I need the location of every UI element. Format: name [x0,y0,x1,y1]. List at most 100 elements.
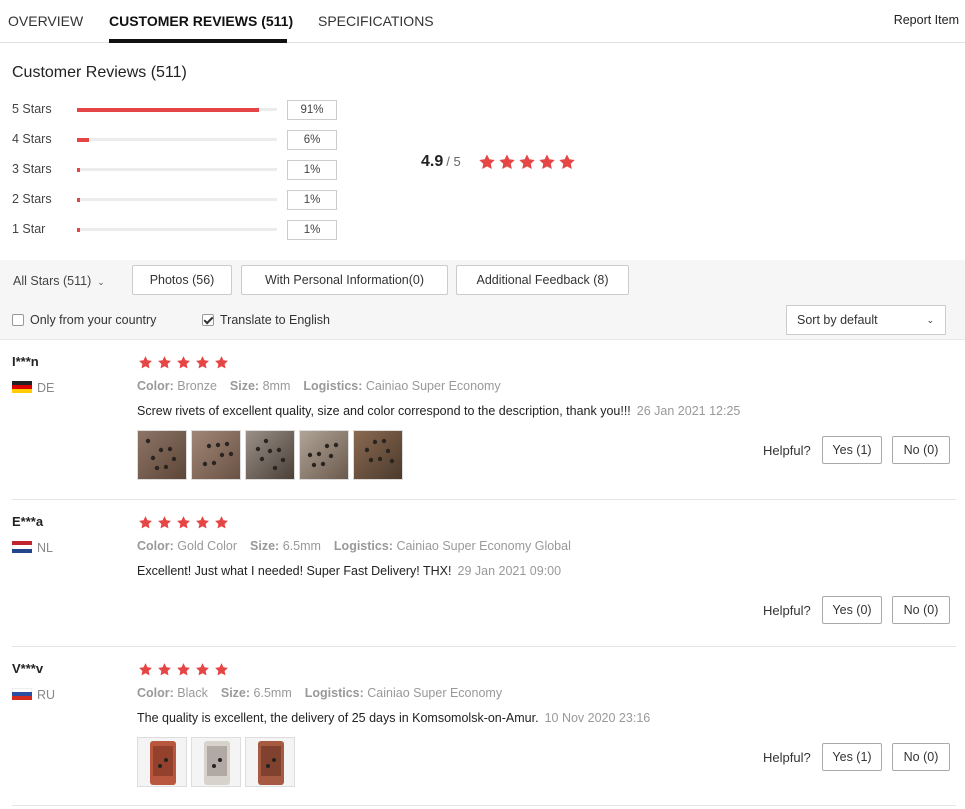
distribution-bar [77,227,277,232]
review-text: Screw rivets of excellent quality, size … [137,404,740,418]
chevron-down-icon: ⌄ [926,315,934,325]
size-value: 6.5mm [253,686,292,700]
star-icon [138,515,153,530]
helpful-yes-button[interactable]: Yes (0) [822,596,882,624]
distribution-percent: 6% [287,130,337,150]
review-text: The quality is excellent, the delivery o… [137,711,650,725]
size-value: 6.5mm [282,539,321,553]
review-date: 29 Jan 2021 09:00 [457,564,562,578]
review-photos [137,430,407,480]
distribution-label: 3 Stars [12,162,52,176]
tab-customer-reviews[interactable]: CUSTOMER REVIEWS (511) [109,13,293,29]
flag-nl-icon [12,541,32,553]
distribution-row: 5 Stars 91% [12,100,352,120]
sort-label: Sort by default [797,313,878,327]
star-icon [538,153,556,171]
size-label: Size: [250,539,280,553]
reviews-summary-title: Customer Reviews (511) [12,64,187,81]
translate-label: Translate to English [220,313,331,327]
helpful-yes-button[interactable]: Yes (1) [822,436,882,464]
active-tab-indicator [109,39,287,43]
country-code: NL [37,541,53,555]
distribution-row: 4 Stars 6% [12,130,352,150]
only-country-checkbox[interactable]: Only from your country [12,313,156,327]
review-photo-thumbnail[interactable] [191,737,241,787]
checkbox-checked-icon[interactable] [202,314,214,326]
average-stars [478,153,578,174]
additional-feedback-filter-button[interactable]: Additional Feedback (8) [456,265,629,295]
review-date: 10 Nov 2020 23:16 [544,711,651,725]
star-icon [195,355,210,370]
reviewer-name: V***v [12,661,44,676]
distribution-label: 2 Stars [12,192,52,206]
star-icon [518,153,536,171]
reviewer-country: RU [12,688,55,702]
star-icon [558,153,576,171]
review-photo-thumbnail[interactable] [191,430,241,480]
color-label: Color: [137,379,174,393]
sort-select[interactable]: Sort by default ⌄ [786,305,946,335]
distribution-percent: 1% [287,160,337,180]
review-photo-thumbnail[interactable] [353,430,403,480]
logistics-label: Logistics: [333,539,393,553]
helpful-yes-button[interactable]: Yes (1) [822,743,882,771]
translate-checkbox[interactable]: Translate to English [202,313,330,327]
size-value: 8mm [262,379,291,393]
filter-bar: All Stars (511) ⌄ Photos (56) With Person… [0,260,965,340]
logistics-value: Cainiao Super Economy Global [396,539,571,553]
reviewer-name: I***n [12,354,39,369]
tab-specifications[interactable]: SPECIFICATIONS [318,13,434,29]
size-label: Size: [220,686,251,700]
star-icon [138,355,153,370]
personal-info-filter-button[interactable]: With Personal Information(0) [241,265,448,295]
distribution-bar [77,167,277,172]
star-icon [176,355,191,370]
reviewer-name: E***a [12,514,44,529]
tab-overview[interactable]: OVERVIEW [8,13,83,29]
review-divider [12,646,956,647]
distribution-label: 5 Stars [12,102,52,116]
distribution-bar [77,197,277,202]
distribution-percent: 1% [287,190,337,210]
distribution-percent: 1% [287,220,337,240]
review-photo-thumbnail[interactable] [245,737,295,787]
review-divider [12,499,956,500]
size-label: Size: [229,379,260,393]
review-meta: Color: Gold Color Size: 6.5mm Logistics: C… [137,539,571,553]
review-photo-thumbnail[interactable] [137,430,187,480]
country-code: RU [37,688,56,702]
review-body: The quality is excellent, the delivery o… [137,711,539,725]
distribution-bar [77,107,277,112]
distribution-percent: 91% [287,100,337,120]
distribution-bar [77,137,277,142]
color-label: Color: [137,686,174,700]
star-icon [157,515,172,530]
photos-filter-button[interactable]: Photos (56) [132,265,232,295]
review-stars [138,515,233,533]
star-icon [214,355,229,370]
review-photo-thumbnail[interactable] [299,430,349,480]
color-value: Black [177,686,208,700]
star-icon [195,515,210,530]
checkbox-icon[interactable] [12,314,24,326]
review-photo-thumbnail[interactable] [245,430,295,480]
review-stars [138,662,233,680]
report-item-link[interactable]: Report Item [894,13,959,27]
helpful-no-button[interactable]: No (0) [892,436,950,464]
color-value: Gold Color [177,539,238,553]
distribution-label: 4 Stars [12,132,52,146]
logistics-value: Cainiao Super Economy [365,379,501,393]
flag-ru-icon [12,688,32,700]
review-text: Excellent! Just what I needed! Super Fas… [137,564,561,578]
review-stars [138,355,233,373]
all-stars-dropdown[interactable]: All Stars (511) ⌄ [13,274,105,288]
helpful-no-button[interactable]: No (0) [892,596,950,624]
review-photo-thumbnail[interactable] [137,737,187,787]
chevron-down-icon: ⌄ [97,277,105,287]
helpful-label: Helpful? [763,603,811,618]
distribution-bar-fill [77,227,80,232]
star-icon [157,355,172,370]
tab-bar: OVERVIEW CUSTOMER REVIEWS (511) SPECIFIC… [0,0,965,43]
reviewer-country: DE [12,381,54,395]
helpful-no-button[interactable]: No (0) [892,743,950,771]
